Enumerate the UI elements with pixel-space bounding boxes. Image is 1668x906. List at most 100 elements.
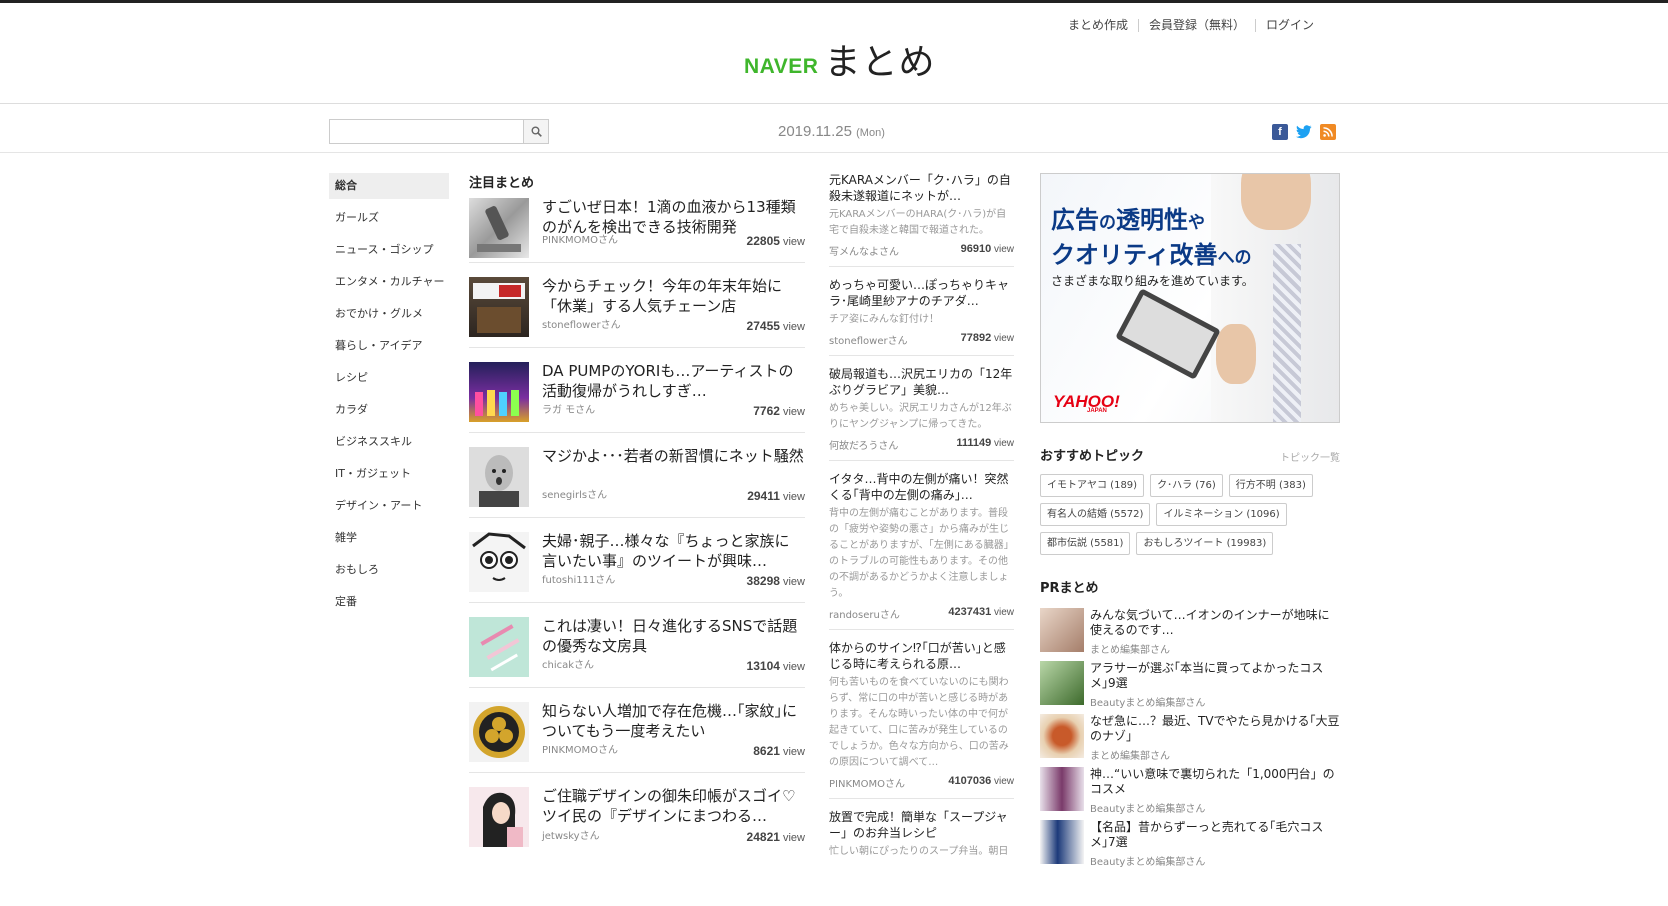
nav-item-news-gossip[interactable]: ニュース・ゴシップ bbox=[329, 237, 449, 269]
topic-tag[interactable]: イモトアヤコ (189) bbox=[1040, 474, 1145, 497]
list-item-author[interactable]: stoneflowerさん bbox=[829, 332, 908, 347]
list-item[interactable]: めっちゃ可愛い…ぽっちゃりキャラ･尾崎里紗アナのチアダ… チア姿にみんな釘付け！… bbox=[829, 277, 1014, 356]
list-item[interactable]: イタタ…背中の左側が痛い！突然くる｢背中の左側の痛み｣… 背中の左側が痛むことが… bbox=[829, 471, 1014, 630]
nav-item-kurashi[interactable]: 暮らし・アイデア bbox=[329, 333, 449, 365]
pr-item-title[interactable]: 神…“いい意味で裏切られた「1,000円台」のコスメ bbox=[1090, 767, 1340, 797]
pr-item[interactable]: 神…“いい意味で裏切られた「1,000円台」のコスメ Beautyまとめ編集部さん bbox=[1040, 767, 1340, 820]
article-author[interactable]: PINKMOMOさん bbox=[542, 231, 618, 246]
ad-banner[interactable]: 広告の透明性や クオリティ改善への さまざまな取り組みを進めています。 YAHO… bbox=[1040, 173, 1340, 423]
pr-thumbnail[interactable] bbox=[1040, 820, 1084, 864]
pr-item-title[interactable]: みんな気づいて…イオンのインナーが地味に使えるのです… bbox=[1090, 608, 1340, 638]
pr-thumbnail[interactable] bbox=[1040, 608, 1084, 652]
article-title[interactable]: マジかよ･･･若者の新習慣にネット騒然 bbox=[542, 446, 804, 466]
article-item[interactable]: 今からチェック！今年の年末年始に「休業」する人気チェーン店 stoneflowe… bbox=[469, 262, 805, 348]
nav-item-design[interactable]: デザイン・アート bbox=[329, 493, 449, 525]
article-title[interactable]: 知らない人増加で存在危機…｢家紋｣についてもう一度考えたい bbox=[542, 701, 804, 741]
article-item[interactable]: すごいぜ日本！1滴の血液から13種類のがんを検出できる技術開発 PINKMOMO… bbox=[469, 193, 805, 263]
article-author[interactable]: ラガ モさん bbox=[542, 401, 595, 416]
article-thumbnail[interactable] bbox=[469, 198, 529, 258]
article-author[interactable]: PINKMOMOさん bbox=[542, 741, 618, 756]
list-item-title[interactable]: イタタ…背中の左側が痛い！突然くる｢背中の左側の痛み｣… bbox=[829, 471, 1014, 503]
article-author[interactable]: chicakさん bbox=[542, 656, 594, 671]
list-item-views: 96910 view bbox=[960, 243, 1014, 255]
pr-item-title[interactable]: 【名品】昔からずーっと売れてる｢毛穴コスメ｣7選 bbox=[1090, 820, 1340, 850]
list-item-author[interactable]: 何故だろうさん bbox=[829, 437, 898, 452]
article-thumbnail[interactable] bbox=[469, 362, 529, 422]
article-thumbnail[interactable] bbox=[469, 617, 529, 677]
list-item[interactable]: 放置で完成！簡単な「スープジャー」のお弁当レシピ 忙しい朝にぴったりのスープ弁当… bbox=[829, 809, 1014, 868]
list-item-title[interactable]: 放置で完成！簡単な「スープジャー」のお弁当レシピ bbox=[829, 809, 1014, 841]
article-item[interactable]: DA PUMPのYORIも…アーティストの活動復帰がうれしすぎ… ラガ モさん … bbox=[469, 347, 805, 433]
pr-item[interactable]: 【名品】昔からずーっと売れてる｢毛穴コスメ｣7選 Beautyまとめ編集部さん bbox=[1040, 820, 1340, 873]
topic-tag[interactable]: 都市伝説 (5581) bbox=[1040, 532, 1131, 555]
article-item[interactable]: ご住職デザインの御朱印帳がスゴイ♡ツイ民の『デザインにまつわる… jetwsky… bbox=[469, 772, 805, 858]
pr-item-title[interactable]: なぜ急に…？最近、TVでやたら見かける｢大豆のナゾ｣ bbox=[1090, 714, 1340, 744]
nav-item-zatsugaku[interactable]: 雑学 bbox=[329, 525, 449, 557]
pr-item[interactable]: なぜ急に…？最近、TVでやたら見かける｢大豆のナゾ｣ まとめ編集部さん bbox=[1040, 714, 1340, 767]
article-thumbnail[interactable] bbox=[469, 702, 529, 762]
nav-item-recipe[interactable]: レシピ bbox=[329, 365, 449, 397]
site-logo[interactable]: NAVER まとめ bbox=[744, 33, 935, 85]
article-author[interactable]: futoshi111さん bbox=[542, 571, 615, 586]
article-item[interactable]: 知らない人増加で存在危機…｢家紋｣についてもう一度考えたい PINKMOMOさん… bbox=[469, 687, 805, 773]
topic-tag[interactable]: 有名人の結婚 (5572) bbox=[1040, 503, 1151, 526]
logo-matome: まとめ bbox=[824, 42, 936, 83]
topic-tag[interactable]: イルミネーション (1096) bbox=[1156, 503, 1287, 526]
article-item[interactable]: 夫婦･親子…様々な『ちょっと家族に言いたい事』のツイートが興味… futoshi… bbox=[469, 517, 805, 603]
list-item[interactable]: 体からのサイン⁉｢口が苦い｣と感じる時に考えられる原… 何も苦いものを食べていな… bbox=[829, 640, 1014, 799]
rss-waves-shape bbox=[1323, 127, 1333, 137]
pr-item[interactable]: アラサーが選ぶ｢本当に買ってよかったコスメ｣9選 Beautyまとめ編集部さん bbox=[1040, 661, 1340, 714]
list-item-author[interactable]: randoseruさん bbox=[829, 606, 900, 621]
nav-item-odekake[interactable]: おでかけ・グルメ bbox=[329, 301, 449, 333]
register-link[interactable]: 会員登録（無料） bbox=[1137, 19, 1255, 32]
article-author[interactable]: senegirlsさん bbox=[542, 486, 607, 501]
pr-item-source: Beautyまとめ編集部さん bbox=[1090, 857, 1206, 868]
topic-tag[interactable]: 行方不明 (383) bbox=[1228, 474, 1313, 497]
topic-tag[interactable]: おもしろツイート (19983) bbox=[1136, 532, 1274, 555]
article-thumbnail[interactable] bbox=[469, 277, 529, 337]
list-item-title[interactable]: 破局報道も…沢尻エリカの「12年ぶりグラビア」美貌… bbox=[829, 366, 1014, 398]
ad-brand-logo: YAHOO! JAPAN bbox=[1053, 392, 1120, 414]
list-item[interactable]: 破局報道も…沢尻エリカの「12年ぶりグラビア」美貌… めちゃ美しい。沢尻エリカさ… bbox=[829, 366, 1014, 461]
list-item-title[interactable]: 元KARAメンバー「ク･ハラ」の自殺未遂報道にネットが… bbox=[829, 172, 1014, 204]
nav-item-entame[interactable]: エンタメ・カルチャー bbox=[329, 269, 449, 301]
list-item[interactable]: 元KARAメンバー「ク･ハラ」の自殺未遂報道にネットが… 元KARAメンバーのH… bbox=[829, 172, 1014, 267]
nav-item-omoshiro[interactable]: おもしろ bbox=[329, 557, 449, 589]
article-item[interactable]: マジかよ･･･若者の新習慣にネット騒然 senegirlsさん 29411 vi… bbox=[469, 432, 805, 518]
pr-thumbnail[interactable] bbox=[1040, 767, 1084, 811]
rss-icon[interactable] bbox=[1320, 124, 1336, 140]
article-thumbnail[interactable] bbox=[469, 447, 529, 507]
twitter-icon[interactable] bbox=[1296, 124, 1312, 140]
list-item-title[interactable]: めっちゃ可愛い…ぽっちゃりキャラ･尾崎里紗アナのチアダ… bbox=[829, 277, 1014, 309]
search-button[interactable] bbox=[523, 120, 548, 143]
topics-more-link[interactable]: トピック一覧 bbox=[1280, 449, 1340, 464]
search-input[interactable] bbox=[330, 120, 523, 143]
login-link[interactable]: ログイン bbox=[1254, 19, 1314, 32]
pr-thumbnail[interactable] bbox=[1040, 714, 1084, 758]
article-author[interactable]: stoneflowerさん bbox=[542, 316, 621, 331]
list-item-title[interactable]: 体からのサイン⁉｢口が苦い｣と感じる時に考えられる原… bbox=[829, 640, 1014, 672]
nav-item-teiban[interactable]: 定番 bbox=[329, 589, 449, 621]
article-title[interactable]: 今からチェック！今年の年末年始に「休業」する人気チェーン店 bbox=[542, 276, 804, 316]
list-item-author[interactable]: PINKMOMOさん bbox=[829, 775, 905, 790]
article-title[interactable]: ご住職デザインの御朱印帳がスゴイ♡ツイ民の『デザインにまつわる… bbox=[542, 786, 804, 826]
pr-item[interactable]: みんな気づいて…イオンのインナーが地味に使えるのです… まとめ編集部さん bbox=[1040, 608, 1340, 661]
pr-thumbnail[interactable] bbox=[1040, 661, 1084, 705]
topic-tag[interactable]: ク･ハラ (76) bbox=[1150, 474, 1223, 497]
nav-item-it[interactable]: IT・ガジェット bbox=[329, 461, 449, 493]
article-title[interactable]: DA PUMPのYORIも…アーティストの活動復帰がうれしすぎ… bbox=[542, 361, 804, 401]
create-matome-link[interactable]: まとめ作成 bbox=[1058, 19, 1138, 32]
list-item-author[interactable]: 写メんなよさん bbox=[829, 243, 899, 258]
article-title[interactable]: 夫婦･親子…様々な『ちょっと家族に言いたい事』のツイートが興味… bbox=[542, 531, 804, 571]
nav-item-girls[interactable]: ガールズ bbox=[329, 205, 449, 237]
article-item[interactable]: これは凄い！日々進化するSNSで話題の優秀な文房具 chicakさん 13104… bbox=[469, 602, 805, 688]
article-title[interactable]: これは凄い！日々進化するSNSで話題の優秀な文房具 bbox=[542, 616, 804, 656]
article-thumbnail[interactable] bbox=[469, 787, 529, 847]
nav-item-sogo[interactable]: 総合 bbox=[329, 173, 449, 199]
nav-item-karada[interactable]: カラダ bbox=[329, 397, 449, 429]
pr-item-title[interactable]: アラサーが選ぶ｢本当に買ってよかったコスメ｣9選 bbox=[1090, 661, 1340, 691]
article-author[interactable]: jetwskyさん bbox=[542, 827, 600, 842]
facebook-icon[interactable]: f bbox=[1272, 124, 1288, 140]
nav-item-business[interactable]: ビジネススキル bbox=[329, 429, 449, 461]
article-thumbnail[interactable] bbox=[469, 532, 529, 592]
